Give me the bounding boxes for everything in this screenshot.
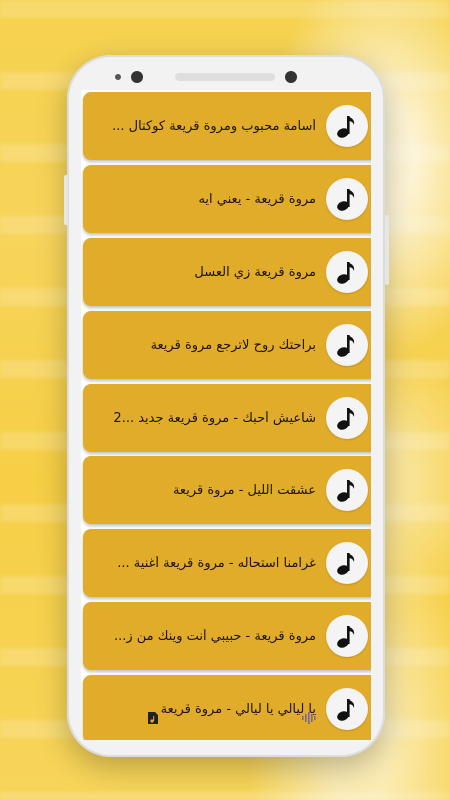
speaker-grille	[175, 73, 275, 81]
song-item[interactable]: شاعيش أحبك - مروة قريعة جديد ...2	[83, 384, 371, 452]
volume-button	[64, 175, 68, 225]
song-title: يا ليالي يا ليالي - مروة قريعة	[160, 701, 316, 717]
song-title: مروة قريعة - يعني ايه	[198, 191, 316, 207]
app-screen: أسامة محبوب ومروة قريعة كوكتال ... مروة …	[81, 90, 371, 740]
music-note-icon	[326, 615, 368, 657]
song-title: مروة قريعة زي العسل	[194, 264, 316, 280]
song-item[interactable]: أسامة محبوب ومروة قريعة كوكتال ...	[83, 92, 371, 160]
music-note-icon	[326, 469, 368, 511]
song-title: غرامنا استحاله - مروة قريعة أغنية ...	[117, 555, 316, 571]
power-button	[385, 215, 389, 285]
music-note-icon	[326, 324, 368, 366]
music-note-icon	[326, 251, 368, 293]
song-item[interactable]: يا ليالي يا ليالي - مروة قريعة	[83, 675, 371, 740]
music-note-icon	[326, 178, 368, 220]
audio-wave-icon[interactable]	[301, 710, 317, 729]
song-title: شاعيش أحبك - مروة قريعة جديد ...2	[113, 410, 316, 426]
proximity-sensor-icon	[285, 71, 297, 83]
song-item[interactable]: عشقت الليل - مروة قريعة	[83, 456, 371, 524]
music-file-icon[interactable]	[147, 710, 159, 729]
sensor-icon	[115, 74, 121, 80]
music-note-icon	[326, 542, 368, 584]
song-title: عشقت الليل - مروة قريعة	[172, 482, 316, 498]
song-item[interactable]: براحتك روح لاترجع مروة قريعة	[83, 311, 371, 379]
song-item[interactable]: مروة قريعة - يعني ايه	[83, 165, 371, 233]
song-item[interactable]: مروة قريعة - حبيبي أنت وينك من ز...	[83, 602, 371, 670]
song-title: مروة قريعة - حبيبي أنت وينك من ز...	[113, 628, 316, 644]
song-item[interactable]: غرامنا استحاله - مروة قريعة أغنية ...	[83, 529, 371, 597]
song-title: أسامة محبوب ومروة قريعة كوكتال ...	[112, 118, 316, 134]
music-note-icon	[326, 397, 368, 439]
phone-frame: أسامة محبوب ومروة قريعة كوكتال ... مروة …	[64, 55, 389, 757]
music-note-icon	[326, 105, 368, 147]
front-camera-icon	[131, 71, 143, 83]
song-title: براحتك روح لاترجع مروة قريعة	[150, 337, 316, 353]
music-note-icon	[326, 688, 368, 730]
song-item[interactable]: مروة قريعة زي العسل	[83, 238, 371, 306]
